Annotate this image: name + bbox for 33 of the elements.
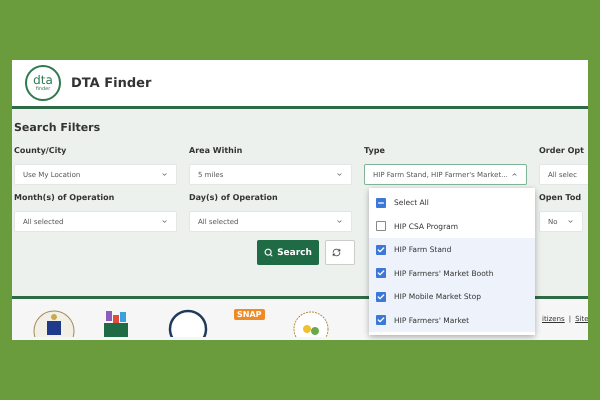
checkbox[interactable] xyxy=(376,268,386,278)
snap-badge: SNAP xyxy=(234,309,265,320)
section-heading: Search Filters xyxy=(14,121,102,134)
field-label: Order Opt xyxy=(539,146,585,155)
field-label: Open Tod xyxy=(539,193,582,202)
search-icon xyxy=(264,248,274,257)
checkbox[interactable] xyxy=(376,244,386,255)
caret-icon xyxy=(511,171,518,178)
caret-icon xyxy=(161,171,168,178)
produce-logo-icon xyxy=(290,309,331,337)
check-icon xyxy=(377,316,385,324)
caret-icon xyxy=(336,218,343,225)
field-label: Day(s) of Operation xyxy=(189,193,279,202)
field-label: County/City xyxy=(14,146,68,155)
reset-button[interactable] xyxy=(324,240,355,265)
circle-logo-icon xyxy=(168,309,208,337)
checkbox[interactable] xyxy=(376,198,386,208)
check-icon xyxy=(377,292,385,301)
checkbox[interactable] xyxy=(376,292,386,302)
caret-icon xyxy=(161,218,168,225)
checkbox[interactable] xyxy=(376,221,386,232)
field-label: Area Within xyxy=(189,146,244,155)
check-icon xyxy=(377,246,385,254)
field-label: Type xyxy=(364,146,386,155)
refresh-icon xyxy=(332,248,341,257)
app-title: DTA Finder xyxy=(71,76,152,90)
seal-icon xyxy=(32,309,76,337)
search-button[interactable]: Search xyxy=(257,240,319,265)
caret-icon xyxy=(567,218,574,225)
check-icon xyxy=(377,269,385,278)
checkbox[interactable] xyxy=(376,315,386,326)
caret-icon xyxy=(336,171,343,178)
field-label: Month(s) of Operation xyxy=(14,193,116,202)
